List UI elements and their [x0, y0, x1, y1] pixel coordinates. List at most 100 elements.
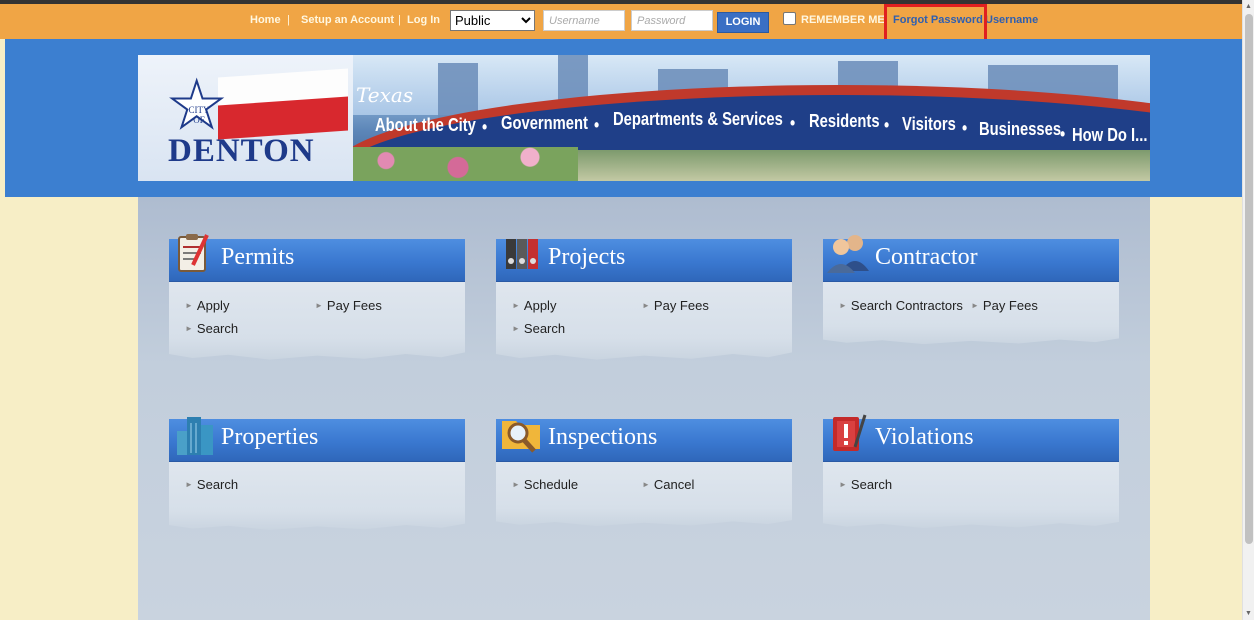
clipboard-pencil-icon	[178, 234, 209, 272]
buildings-icon	[177, 417, 213, 455]
login-bar: Home | Setup an Account | Log In Public …	[0, 4, 1242, 39]
scroll-down-icon[interactable]: ▼	[1245, 610, 1252, 617]
permits-header: Permits	[169, 234, 465, 282]
inspections-title: Inspections	[548, 424, 658, 450]
arrow-icon: ►	[185, 324, 193, 333]
nav-government[interactable]: Government	[501, 113, 607, 134]
arrow-icon: ►	[512, 301, 520, 310]
home-link[interactable]: Home	[250, 14, 281, 26]
nav-separator: •	[884, 115, 890, 136]
nav-separator: •	[594, 115, 600, 136]
permits-apply-link[interactable]: ► Apply	[185, 298, 229, 313]
projects-search-link[interactable]: ► Search	[512, 321, 565, 336]
link-label: Search	[196, 477, 239, 492]
log-in-link[interactable]: Log In	[407, 14, 440, 26]
nav-label: Businesses	[979, 119, 1062, 139]
violations-body: ► Search	[823, 462, 1119, 528]
permits-card: Permits ► Apply ► Pay Fees ► Search	[169, 234, 465, 362]
arrow-icon: ►	[839, 301, 847, 310]
properties-card: Properties ► Search	[169, 417, 465, 532]
nav-separator: •	[962, 118, 968, 139]
link-label: Apply	[196, 298, 230, 313]
arrow-icon: ►	[512, 324, 520, 333]
nav-residents[interactable]: Residents	[809, 111, 895, 132]
inspections-cancel-link[interactable]: ► Cancel	[642, 477, 694, 492]
link-label: Schedule	[523, 477, 579, 492]
arrow-icon: ►	[512, 480, 520, 489]
violations-search-link[interactable]: ► Search	[839, 477, 892, 492]
permits-search-link[interactable]: ► Search	[185, 321, 238, 336]
permits-pay-fees-link[interactable]: ► Pay Fees	[315, 298, 382, 313]
notebook-exclamation-icon	[833, 414, 867, 451]
projects-title: Projects	[548, 244, 626, 270]
nav-separator: •	[790, 113, 796, 134]
texas-script: Texas	[356, 83, 414, 107]
projects-pay-fees-link[interactable]: ► Pay Fees	[642, 298, 709, 313]
projects-card: Projects ► Apply ► Pay Fees ► Search	[496, 239, 792, 362]
folder-magnifier-icon	[502, 421, 540, 453]
nav-label: Visitors	[902, 114, 956, 134]
properties-search-link[interactable]: ► Search	[185, 477, 238, 492]
properties-body: ► Search	[169, 462, 465, 530]
projects-apply-link[interactable]: ► Apply	[512, 298, 556, 313]
nav-visitors[interactable]: Visitors	[902, 114, 968, 135]
arrow-icon: ►	[839, 480, 847, 489]
separator: •	[1060, 124, 1066, 144]
nav-label: Departments & Services	[613, 109, 783, 129]
link-label: Search Contractors	[850, 298, 963, 313]
link-label: Pay Fees	[326, 298, 382, 313]
remember-me-checkbox[interactable]	[783, 12, 796, 25]
role-select[interactable]: Public	[450, 10, 535, 31]
nav-label: Government	[501, 113, 588, 133]
password-input[interactable]	[631, 10, 713, 31]
inspections-body: ► Schedule ► Cancel	[496, 462, 792, 527]
link-label: Search	[523, 321, 566, 336]
forgot-username-link[interactable]: Username	[985, 14, 1038, 26]
nav-how-do-i[interactable]: How Do I...	[1072, 125, 1150, 146]
link-label: Search	[196, 321, 239, 336]
denton-logo[interactable]: ★ CITY OF DENTON	[138, 55, 353, 181]
contractor-search-link[interactable]: ► Search Contractors	[839, 298, 963, 313]
contractor-pay-fees-link[interactable]: ► Pay Fees	[971, 298, 1038, 313]
remember-me-label: REMEMBER ME	[801, 14, 885, 26]
login-button[interactable]: LOGIN	[717, 12, 769, 33]
arrow-icon: ►	[185, 301, 193, 310]
projects-body: ► Apply ► Pay Fees ► Search	[496, 282, 792, 360]
contractor-card: Contractor ► Search Contractors ► Pay Fees	[823, 235, 1119, 346]
scroll-up-icon[interactable]: ▲	[1245, 3, 1252, 10]
nav-about-the-city[interactable]: About the City	[375, 115, 498, 136]
inspections-card: Inspections ► Schedule ► Cancel	[496, 419, 792, 528]
username-input[interactable]	[543, 10, 625, 31]
city-banner: ★ CITY OF DENTON Texas About the City • …	[138, 55, 1150, 181]
setup-account-link[interactable]: Setup an Account	[301, 14, 394, 26]
highlight-box	[884, 4, 987, 42]
properties-header: Properties	[169, 417, 465, 462]
nav-separator: •	[1060, 124, 1066, 145]
vertical-scrollbar[interactable]: ▲ ▼	[1242, 0, 1254, 620]
permits-body: ► Apply ► Pay Fees ► Search	[169, 282, 465, 360]
arrow-icon: ►	[642, 480, 650, 489]
contractor-body: ► Search Contractors ► Pay Fees	[823, 282, 1119, 345]
main-nav: About the City • Government • Department…	[370, 105, 1150, 145]
nav-label: Residents	[809, 111, 880, 131]
inspections-header: Inspections	[496, 419, 792, 462]
separator: •	[790, 113, 796, 133]
separator: •	[482, 117, 488, 137]
inspections-schedule-link[interactable]: ► Schedule	[512, 477, 578, 492]
contractor-header: Contractor	[823, 235, 1119, 282]
violations-header: Violations	[823, 414, 1119, 462]
separator: •	[884, 115, 890, 135]
link-label: Pay Fees	[982, 298, 1038, 313]
flowers-image	[338, 147, 578, 181]
link-label: Search	[850, 477, 893, 492]
scroll-thumb[interactable]	[1245, 14, 1253, 544]
link-label: Pay Fees	[653, 298, 709, 313]
arrow-icon: ►	[971, 301, 979, 310]
separator: |	[287, 14, 290, 26]
arrow-icon: ►	[315, 301, 323, 310]
logo-city-name: DENTON	[168, 133, 315, 169]
contractor-title: Contractor	[875, 244, 978, 270]
nav-label: About the City	[375, 115, 476, 135]
violations-title: Violations	[875, 424, 974, 450]
logo-city-of: CITY OF	[188, 105, 210, 125]
